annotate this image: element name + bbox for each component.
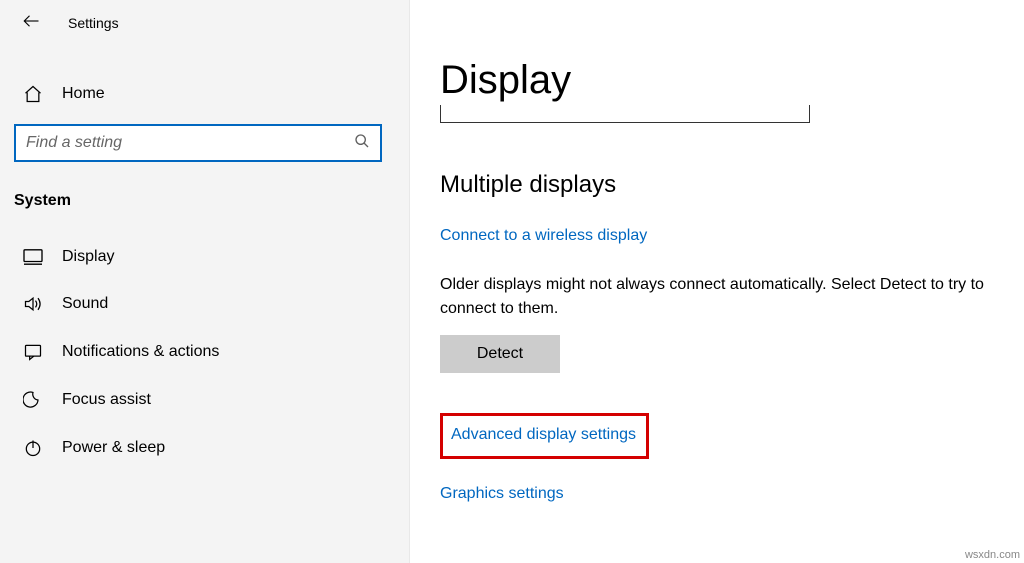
- home-icon: [22, 84, 44, 104]
- search-placeholder: Find a setting: [26, 134, 122, 152]
- detect-button[interactable]: Detect: [440, 335, 560, 373]
- nav-label: Sound: [62, 295, 108, 313]
- title-underline: [440, 105, 810, 123]
- sound-icon: [22, 294, 44, 314]
- nav-label: Focus assist: [62, 391, 151, 409]
- search-container: Find a setting: [0, 114, 409, 162]
- nav-label: Notifications & actions: [62, 343, 219, 361]
- advanced-display-link[interactable]: Advanced display settings: [451, 426, 636, 444]
- search-icon: [354, 133, 370, 154]
- nav-item-sound[interactable]: Sound: [0, 280, 409, 328]
- older-displays-text: Older displays might not always connect …: [440, 273, 1010, 321]
- focus-assist-icon: [22, 390, 44, 410]
- home-label: Home: [62, 85, 105, 103]
- nav-item-notifications[interactable]: Notifications & actions: [0, 328, 409, 376]
- section-title: Multiple displays: [440, 171, 1010, 199]
- sidebar: Settings Home Find a setting System: [0, 0, 410, 563]
- watermark: wsxdn.com: [965, 549, 1020, 561]
- power-icon: [22, 438, 44, 458]
- nav-item-power-sleep[interactable]: Power & sleep: [0, 424, 409, 472]
- nav-label: Display: [62, 248, 114, 266]
- title-bar: Settings: [0, 0, 409, 50]
- notifications-icon: [22, 342, 44, 362]
- display-icon: [22, 248, 44, 266]
- graphics-settings-link[interactable]: Graphics settings: [440, 485, 564, 503]
- page-title: Display: [440, 58, 1010, 103]
- wireless-display-link[interactable]: Connect to a wireless display: [440, 227, 647, 245]
- back-button[interactable]: [16, 8, 46, 38]
- advanced-display-highlight: Advanced display settings: [440, 413, 649, 459]
- nav-label: Power & sleep: [62, 439, 165, 457]
- content-area: Display Multiple displays Connect to a w…: [410, 0, 1024, 563]
- nav-list: Display Sound Notifications & actions: [0, 234, 409, 472]
- search-input[interactable]: Find a setting: [14, 124, 382, 162]
- window-title: Settings: [68, 15, 119, 31]
- nav-item-focus-assist[interactable]: Focus assist: [0, 376, 409, 424]
- home-nav-item[interactable]: Home: [0, 74, 409, 114]
- nav-item-display[interactable]: Display: [0, 234, 409, 280]
- category-title: System: [0, 162, 409, 220]
